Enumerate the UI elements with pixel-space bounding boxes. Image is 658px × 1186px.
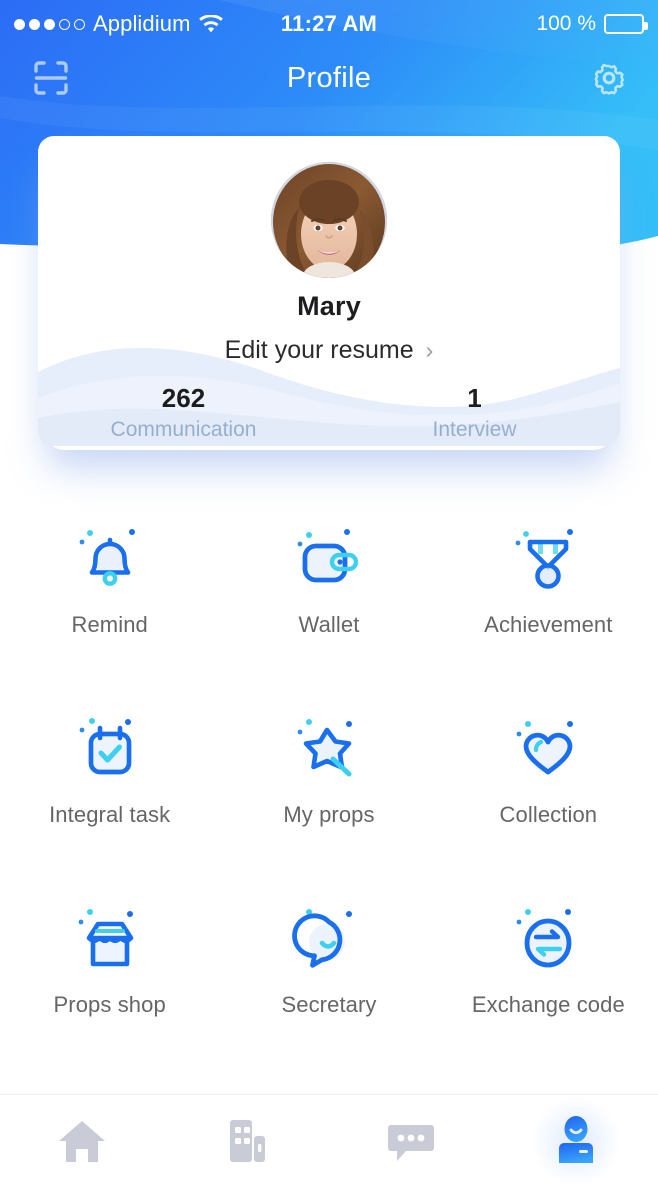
chat-dots-icon [384, 1117, 438, 1165]
calendar-check-icon [68, 706, 152, 790]
medal-icon [506, 516, 590, 600]
profile-card: Mary Edit your resume › 262 Communicatio… [38, 136, 620, 446]
stat-interview[interactable]: 1 Interview [329, 383, 620, 442]
grid-item-integral-task[interactable]: Integral task [0, 688, 219, 878]
tab-company[interactable] [165, 1095, 330, 1186]
status-right: 100 % [536, 0, 648, 48]
gear-icon[interactable] [588, 57, 630, 99]
grid-item-label: Achievement [484, 612, 613, 637]
edit-resume-link[interactable]: Edit your resume › [38, 336, 620, 365]
user-name: Mary [297, 291, 361, 321]
page-title: Profile [286, 61, 372, 94]
home-icon [55, 1116, 109, 1166]
grid-item-wallet[interactable]: Wallet [219, 498, 438, 688]
battery-percent-label: 100 % [536, 12, 596, 35]
grid-item-label: Secretary [281, 992, 377, 1017]
exchange-circle-icon [506, 896, 590, 980]
grid-item-secretary[interactable]: Secretary [219, 878, 438, 1068]
scan-icon[interactable] [30, 57, 72, 99]
grid-item-props-shop[interactable]: Props shop [0, 878, 219, 1068]
person-icon [549, 1115, 603, 1167]
grid-item-label: Props shop [53, 992, 166, 1017]
stat-value: 1 [467, 383, 482, 413]
stat-label: Communication [110, 417, 257, 441]
stat-communication[interactable]: 262 Communication [38, 383, 329, 442]
grid-item-remind[interactable]: Remind [0, 498, 219, 688]
profile-screen: Applidium 11:27 AM 100 % Profile Mary Ed… [0, 0, 658, 1186]
grid-item-achievement[interactable]: Achievement [439, 498, 658, 688]
tab-message[interactable] [329, 1095, 494, 1186]
battery-icon [604, 14, 648, 34]
grid-item-label: Wallet [298, 612, 360, 637]
heart-icon [506, 706, 590, 790]
grid-item-label: Remind [71, 612, 148, 637]
stat-value: 262 [161, 383, 206, 413]
chat-smile-icon [287, 896, 371, 980]
avatar[interactable] [271, 162, 387, 278]
status-bar: Applidium 11:27 AM 100 % [0, 0, 658, 48]
profile-stats: 262 Communication 1 Interview [38, 383, 620, 442]
navigation-bar: Profile [0, 48, 658, 108]
edit-resume-label: Edit your resume [224, 336, 414, 364]
grid-item-label: Collection [499, 802, 598, 827]
building-icon [221, 1116, 273, 1166]
grid-item-my-props[interactable]: My props [219, 688, 438, 878]
bell-icon [68, 516, 152, 600]
wallet-icon [287, 516, 371, 600]
storefront-icon [68, 896, 152, 980]
tab-home[interactable] [0, 1095, 165, 1186]
grid-item-collection[interactable]: Collection [439, 688, 658, 878]
grid-item-exchange-code[interactable]: Exchange code [439, 878, 658, 1068]
tab-profile[interactable] [494, 1095, 658, 1186]
chevron-right-icon: › [425, 337, 434, 363]
bottom-tab-bar [0, 1094, 658, 1186]
magic-wand-star-icon [287, 706, 371, 790]
grid-item-label: Exchange code [471, 992, 625, 1017]
feature-grid: Remind Wallet Achievement Integral task … [0, 498, 658, 1068]
stat-label: Interview [432, 417, 517, 441]
grid-item-label: Integral task [49, 802, 171, 827]
grid-item-label: My props [283, 802, 375, 827]
